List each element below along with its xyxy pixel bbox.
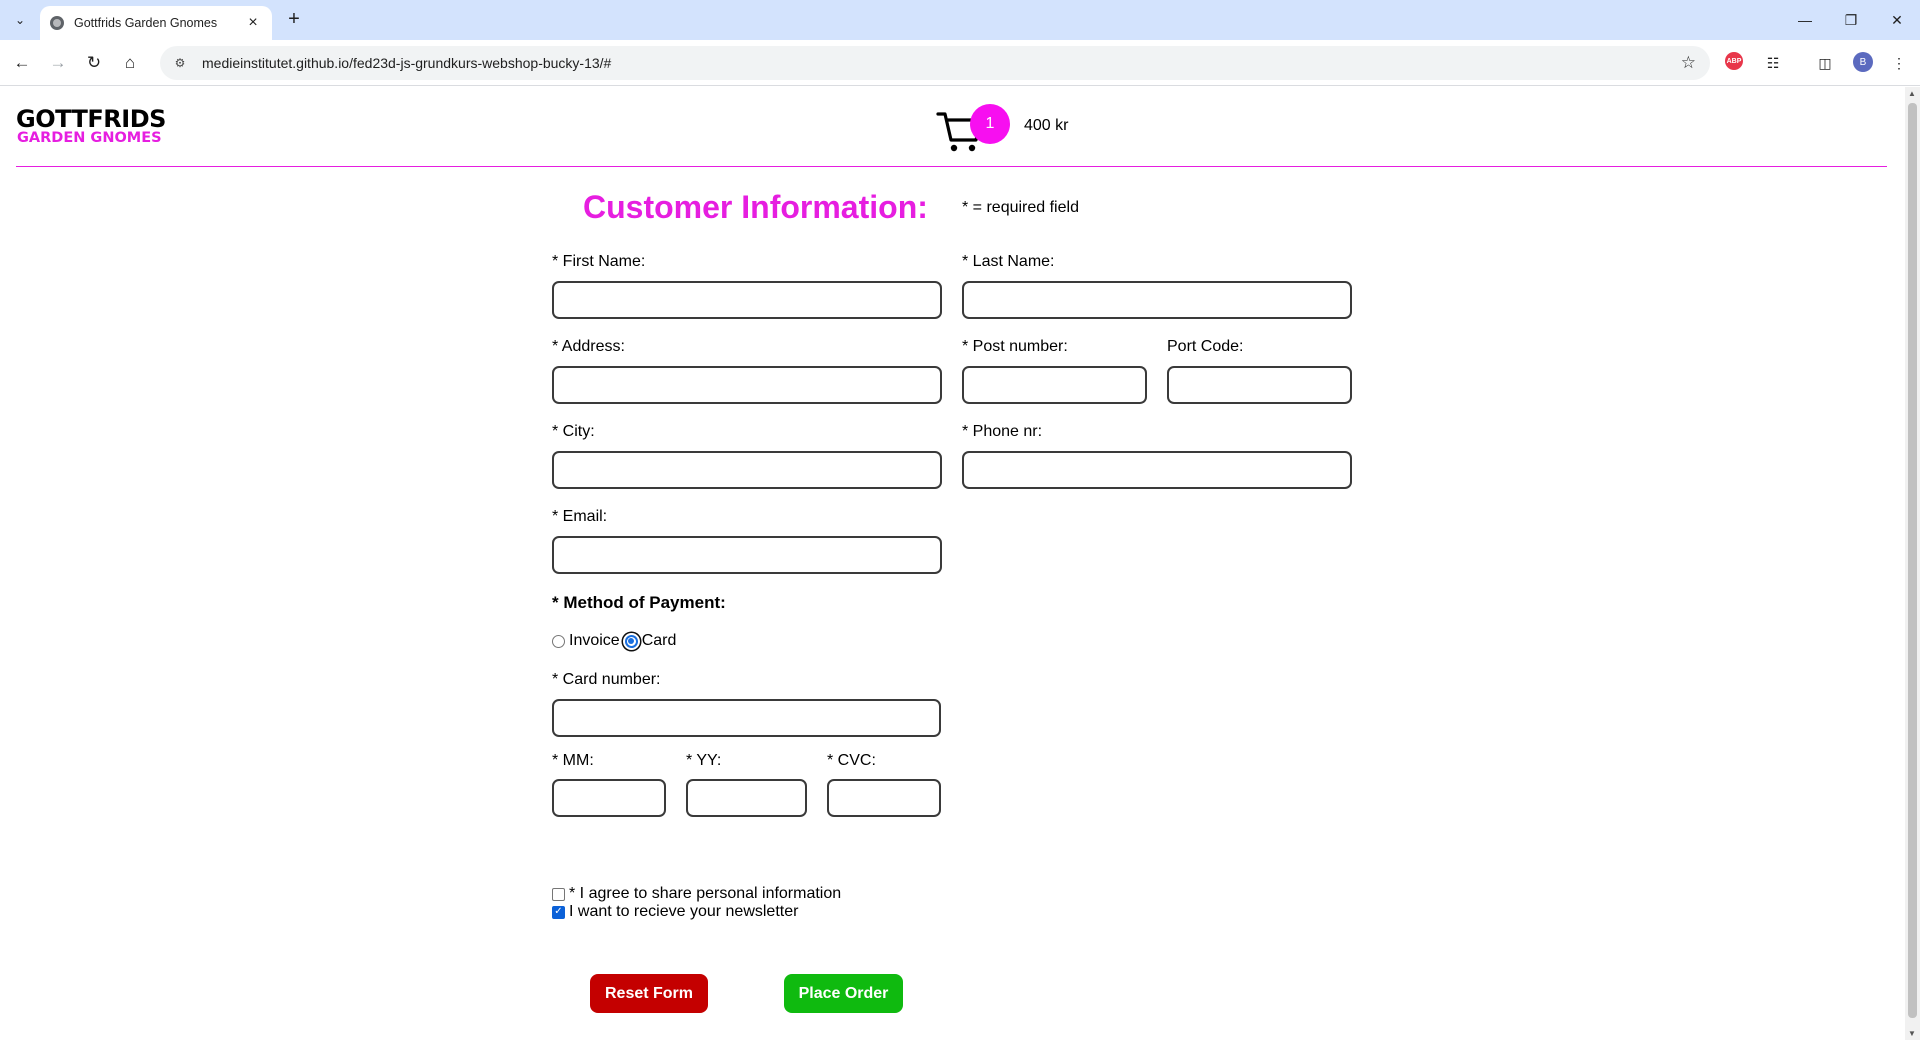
place-order-button[interactable]: Place Order	[784, 974, 903, 1013]
post-number-input[interactable]	[962, 366, 1147, 404]
address-bar[interactable]: ⚙ medieinstitutet.github.io/fed23d-js-gr…	[160, 46, 1710, 80]
minimize-icon[interactable]: —	[1782, 0, 1828, 40]
address-input[interactable]	[552, 366, 942, 404]
url-text[interactable]: medieinstitutet.github.io/fed23d-js-grun…	[202, 55, 611, 71]
invoice-radio[interactable]	[552, 634, 565, 648]
port-code-input[interactable]	[1167, 366, 1352, 404]
payment-method-options: Invoice Card	[552, 632, 676, 650]
last-name-label: * Last Name:	[962, 253, 1055, 270]
globe-icon	[50, 16, 64, 30]
window-controls: — ❐ ✕	[1782, 0, 1920, 40]
webshop-page: GOTTFRIDS GARDEN GNOMES 1 400 kr Custome…	[0, 87, 1905, 1040]
invoice-label[interactable]: Invoice	[569, 632, 620, 650]
logo-title: GOTTFRIDS	[16, 105, 166, 133]
mm-label: * MM:	[552, 752, 594, 769]
card-radio[interactable]	[624, 634, 638, 648]
last-name-input[interactable]	[962, 281, 1352, 319]
consent-label[interactable]: * I agree to share personal information	[569, 885, 841, 903]
close-window-icon[interactable]: ✕	[1874, 0, 1920, 40]
scroll-down-arrow-icon[interactable]: ▼	[1908, 1029, 1916, 1038]
side-panel-icon[interactable]: ◫	[1814, 52, 1836, 74]
reset-form-button[interactable]: Reset Form	[590, 974, 708, 1013]
page-title: Customer Information:	[583, 189, 928, 225]
tab-search-chevron-icon[interactable]: ⌄	[8, 8, 32, 32]
tab-title: Gottfrids Garden Gnomes	[74, 16, 218, 30]
cart-button[interactable]: 1	[936, 104, 1016, 154]
extensions-puzzle-icon[interactable]: ☷	[1762, 52, 1784, 74]
page-scrollbar[interactable]: ▲ ▼	[1905, 87, 1920, 1040]
close-tab-icon[interactable]: ×	[244, 14, 262, 32]
card-label[interactable]: Card	[642, 632, 677, 650]
scroll-up-arrow-icon[interactable]: ▲	[1908, 89, 1916, 98]
bookmark-star-icon[interactable]: ☆	[1681, 53, 1696, 73]
cart-total: 400 kr	[1024, 117, 1069, 134]
header-divider	[16, 166, 1887, 167]
email-input[interactable]	[552, 536, 942, 574]
port-code-label: Port Code:	[1167, 338, 1244, 355]
address-label: * Address:	[552, 338, 625, 355]
post-number-label: * Post number:	[962, 338, 1068, 355]
first-name-input[interactable]	[552, 281, 942, 319]
browser-tab[interactable]: Gottfrids Garden Gnomes ×	[40, 6, 272, 40]
city-input[interactable]	[552, 451, 942, 489]
first-name-label: * First Name:	[552, 253, 646, 270]
cvc-input[interactable]	[827, 779, 941, 817]
yy-input[interactable]	[686, 779, 807, 817]
payment-method-title: * Method of Payment:	[552, 593, 726, 612]
site-settings-icon[interactable]: ⚙	[172, 55, 188, 71]
newsletter-checkbox[interactable]: ✓	[552, 905, 565, 919]
consent-row: * I agree to share personal information	[552, 885, 841, 903]
newsletter-label[interactable]: I want to recieve your newsletter	[569, 903, 798, 921]
forward-arrow-icon[interactable]: →	[44, 49, 72, 77]
reload-icon[interactable]: ↻	[80, 49, 108, 77]
adblock-extension-icon[interactable]: ABP	[1725, 52, 1743, 70]
cvc-label: * CVC:	[827, 752, 876, 769]
logo-subtitle: GARDEN GNOMES	[17, 130, 162, 146]
cart-count-badge: 1	[970, 104, 1010, 144]
browser-menu-icon[interactable]: ⋮	[1888, 52, 1910, 74]
profile-avatar[interactable]: B	[1853, 52, 1873, 72]
email-label: * Email:	[552, 508, 608, 525]
browser-toolbar: ← → ↻ ⌂ ⚙ medieinstitutet.github.io/fed2…	[0, 40, 1920, 86]
city-label: * City:	[552, 423, 595, 440]
new-tab-plus-icon[interactable]: +	[282, 8, 306, 32]
mm-input[interactable]	[552, 779, 666, 817]
restore-icon[interactable]: ❐	[1828, 0, 1874, 40]
browser-tab-bar: ⌄ Gottfrids Garden Gnomes × + — ❐ ✕	[0, 0, 1920, 40]
card-number-label: * Card number:	[552, 671, 661, 688]
yy-label: * YY:	[686, 752, 722, 769]
phone-label: * Phone nr:	[962, 423, 1043, 440]
scrollbar-thumb[interactable]	[1908, 103, 1917, 1018]
back-arrow-icon[interactable]: ←	[8, 49, 36, 77]
required-field-note: * = required field	[962, 199, 1079, 216]
home-icon[interactable]: ⌂	[116, 49, 144, 77]
site-logo[interactable]: GOTTFRIDS GARDEN GNOMES	[16, 107, 166, 146]
consent-checkbox[interactable]	[552, 887, 565, 901]
phone-input[interactable]	[962, 451, 1352, 489]
card-number-input[interactable]	[552, 699, 941, 737]
newsletter-row: ✓ I want to recieve your newsletter	[552, 903, 798, 921]
